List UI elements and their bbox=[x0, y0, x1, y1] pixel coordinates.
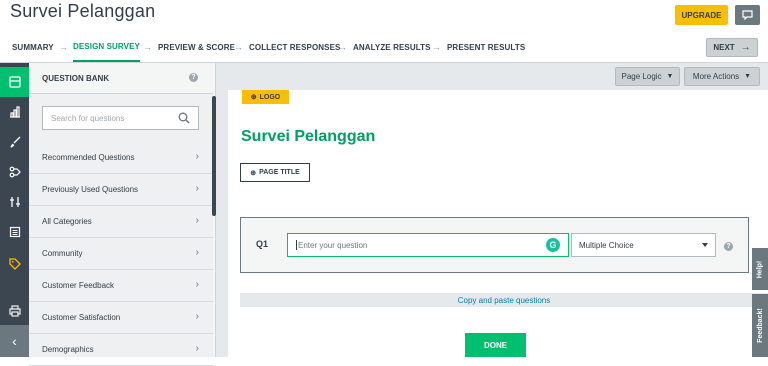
plus-circle-icon: ⊕ bbox=[250, 169, 257, 177]
survey-title: Survei Pelanggan bbox=[10, 1, 156, 21]
step-arrow-icon: → bbox=[59, 42, 68, 52]
plus-circle-icon: ⊕ bbox=[250, 94, 257, 101]
more-actions-label: More Actions bbox=[692, 72, 740, 81]
chevron-right-icon: › bbox=[195, 279, 199, 290]
step-arrow-icon: → bbox=[432, 42, 441, 52]
page-survey-title[interactable]: Survei Pelanggan bbox=[241, 128, 375, 146]
top-bar: Survei Pelanggan UPGRADE bbox=[0, 0, 768, 32]
help-icon[interactable]: ? bbox=[189, 73, 198, 82]
chevron-right-icon: › bbox=[195, 311, 199, 322]
tag-icon[interactable] bbox=[0, 249, 29, 279]
step-collect-responses[interactable]: COLLECT RESPONSES bbox=[249, 33, 341, 62]
chat-bubble-icon bbox=[742, 10, 753, 20]
done-button[interactable]: DONE bbox=[465, 333, 526, 357]
step-analyze-results[interactable]: ANALYZE RESULTS bbox=[353, 33, 431, 62]
list-item-customer-satisfaction[interactable]: Customer Satisfaction › bbox=[29, 302, 213, 334]
help-tab-label: Help! bbox=[756, 260, 764, 278]
page-logic-label: Page Logic bbox=[621, 72, 662, 81]
question-number: Q1 bbox=[256, 239, 269, 249]
step-present-results[interactable]: PRESENT RESULTS bbox=[447, 33, 525, 62]
list-item-demographics[interactable]: Demographics › bbox=[29, 334, 213, 366]
feedback-tab[interactable]: Feedback! bbox=[752, 294, 768, 357]
caret-down-icon: ▼ bbox=[744, 73, 752, 80]
upgrade-button[interactable]: UPGRADE bbox=[675, 5, 728, 25]
chevron-right-icon: › bbox=[195, 151, 199, 162]
help-icon[interactable]: ? bbox=[724, 242, 733, 251]
collapse-icon[interactable]: ‹ bbox=[0, 325, 29, 357]
list-item-label: Recommended Questions bbox=[42, 153, 135, 162]
caret-down-icon: ▼ bbox=[666, 73, 674, 80]
copy-paste-questions-link[interactable]: Copy and paste questions bbox=[240, 293, 768, 307]
survey-page: ⊕ LOGO Survei Pelanggan ⊕ PAGE TITLE Q1 … bbox=[228, 90, 768, 357]
chevron-right-icon: › bbox=[195, 343, 199, 354]
chevron-right-icon: › bbox=[195, 215, 199, 226]
question-type-select[interactable]: Multiple Choice bbox=[571, 233, 716, 257]
logo-label: LOGO bbox=[259, 93, 281, 101]
step-design-survey[interactable]: DESIGN SURVEY bbox=[73, 33, 140, 62]
step-summary[interactable]: SUMMARY bbox=[12, 33, 54, 62]
question-input[interactable]: Enter your question G bbox=[287, 233, 569, 257]
add-page-title-button[interactable]: ⊕ PAGE TITLE bbox=[240, 163, 310, 182]
list-item-label: Community bbox=[42, 249, 83, 258]
logic-icon[interactable] bbox=[0, 157, 29, 187]
list-item-customer-feedback[interactable]: Customer Feedback › bbox=[29, 270, 213, 302]
question-type-value: Multiple Choice bbox=[579, 240, 634, 250]
page-title-label: PAGE TITLE bbox=[259, 169, 300, 176]
list-item-label: All Categories bbox=[42, 217, 92, 226]
list-item-previously-used[interactable]: Previously Used Questions › bbox=[29, 174, 213, 206]
next-label: NEXT bbox=[713, 43, 735, 52]
builder-icon[interactable] bbox=[0, 67, 29, 97]
survey-canvas: Page Logic ▼ More Actions ▼ ⊕ LOGO Surve… bbox=[216, 63, 768, 357]
step-arrow-icon: → bbox=[338, 42, 347, 52]
chevron-right-icon: › bbox=[195, 183, 199, 194]
step-preview-score[interactable]: PREVIEW & SCORE bbox=[158, 33, 235, 62]
step-arrow-icon: → bbox=[234, 42, 243, 52]
question-placeholder: Enter your question bbox=[298, 240, 368, 250]
page-icon[interactable] bbox=[0, 217, 29, 247]
feedback-button[interactable] bbox=[735, 5, 760, 25]
feedback-tab-label: Feedback! bbox=[756, 308, 764, 343]
chevron-right-icon: › bbox=[195, 247, 199, 258]
list-item-community[interactable]: Community › bbox=[29, 238, 213, 270]
steps-nav: SUMMARY → DESIGN SURVEY → PREVIEW & SCOR… bbox=[0, 33, 768, 62]
more-actions-button[interactable]: More Actions ▼ bbox=[684, 67, 760, 86]
add-logo-button[interactable]: ⊕ LOGO bbox=[242, 90, 289, 104]
search-placeholder: Search for questions bbox=[51, 113, 125, 123]
list-item-label: Customer Satisfaction bbox=[42, 313, 121, 322]
question-bank-list: Search for questions Recommended Questio… bbox=[29, 93, 213, 366]
arrow-right-icon: → bbox=[740, 42, 751, 53]
list-item-recommended[interactable]: Recommended Questions › bbox=[29, 142, 213, 174]
list-item-label: Previously Used Questions bbox=[42, 185, 139, 194]
list-item-label: Demographics bbox=[42, 345, 94, 354]
analytics-icon[interactable] bbox=[0, 97, 29, 127]
search-icon bbox=[178, 112, 190, 124]
question-search-input[interactable]: Search for questions bbox=[42, 106, 199, 130]
brush-icon[interactable] bbox=[0, 127, 29, 157]
grammarly-icon[interactable]: G bbox=[546, 238, 560, 252]
question-editor: Q1 Enter your question G Multiple Choice… bbox=[240, 217, 749, 273]
question-bank-panel: QUESTION BANK ? Search for questions Rec… bbox=[29, 63, 216, 366]
options-icon[interactable] bbox=[0, 187, 29, 217]
question-bank-heading: QUESTION BANK bbox=[42, 74, 110, 83]
list-item-all-categories[interactable]: All Categories › bbox=[29, 206, 213, 238]
print-icon[interactable] bbox=[0, 297, 29, 325]
page-logic-button[interactable]: Page Logic ▼ bbox=[615, 67, 680, 86]
next-button[interactable]: NEXT → bbox=[706, 38, 758, 57]
step-arrow-icon: → bbox=[143, 42, 152, 52]
text-caret bbox=[296, 240, 297, 250]
caret-down-icon bbox=[702, 243, 708, 247]
help-tab[interactable]: Help! bbox=[752, 248, 768, 290]
list-item-label: Customer Feedback bbox=[42, 281, 115, 290]
